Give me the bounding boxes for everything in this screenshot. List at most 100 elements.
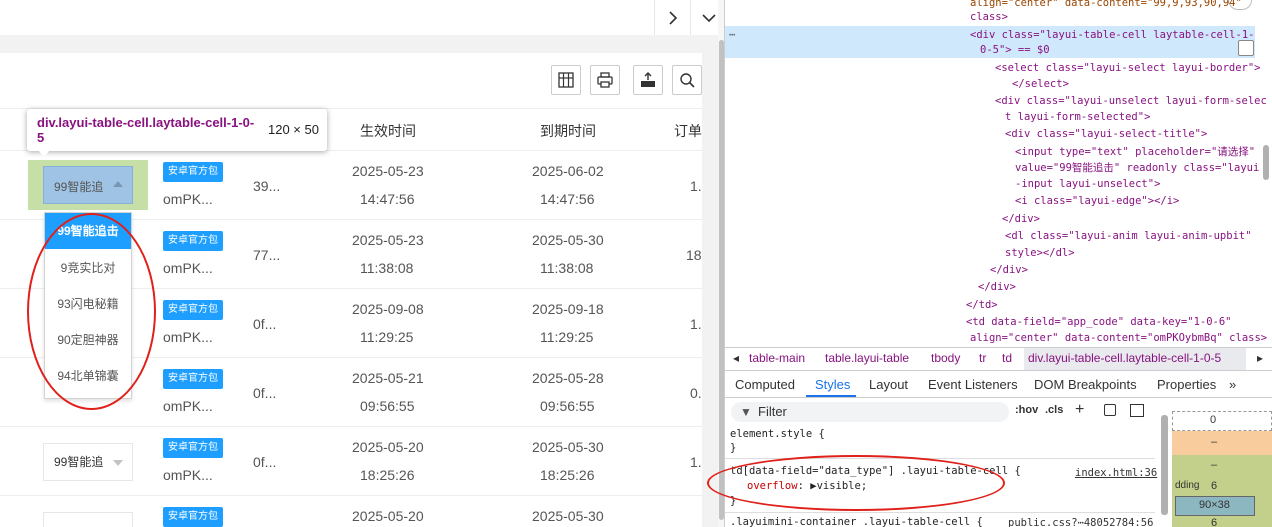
code-line[interactable]: <dl class="layui-anim layui-anim-upbit": [1005, 228, 1252, 244]
rule-selector[interactable]: .layuimini-container .layui-table-cell {: [730, 516, 983, 527]
dom-scrollbar-thumb[interactable]: [1263, 145, 1269, 180]
code-line: <i class="layui-edge"></i>: [1015, 195, 1180, 207]
cell-id: 39...: [253, 178, 281, 194]
code-line[interactable]: <div class="layui-unselect layui-form-se…: [995, 93, 1267, 109]
breadcrumb-item[interactable]: table.layui-table: [825, 351, 909, 365]
order-value: 1.: [690, 316, 702, 332]
open-id: omPK...: [163, 329, 213, 345]
tooltip-selector: div.layui-table-cell.laytable-cell-1-0-5: [37, 115, 255, 145]
filter-placeholder: Filter: [758, 404, 787, 419]
start-date: 2025-05-20: [352, 508, 424, 524]
tab-event-listeners[interactable]: Event Listeners: [928, 377, 1018, 392]
code-line: </div>: [1002, 213, 1040, 225]
start-date: 2025-05-23: [352, 232, 424, 248]
start-date: 2025-05-20: [352, 439, 424, 455]
breadcrumb-item[interactable]: tr: [979, 351, 986, 365]
box-padding-top: [1172, 455, 1272, 477]
caret-up-icon: [113, 181, 123, 187]
hov-button[interactable]: :hov: [1015, 404, 1038, 416]
element-style-rule[interactable]: element.style {: [730, 428, 825, 440]
code-line: class>: [970, 11, 1008, 23]
end-date: 2025-05-30: [532, 508, 604, 524]
type-select[interactable]: [43, 512, 133, 527]
tab-bar: [0, 0, 718, 35]
tab-styles[interactable]: Styles: [815, 377, 850, 392]
code-line: </td>: [966, 299, 998, 311]
screen: 生效时间 到期时间 订单 99智能追 安卓官方包 omPK... 39... 2…: [0, 0, 1272, 527]
end-time: 11:38:08: [540, 260, 594, 276]
cls-button[interactable]: .cls: [1045, 404, 1063, 416]
code-line[interactable]: <select class="layui-select layui-border…: [995, 60, 1261, 76]
padding-value: 6: [1211, 480, 1218, 492]
code-line: value="99智能追击" readonly class="layui: [1015, 162, 1260, 174]
start-time: 09:56:55: [360, 398, 415, 414]
end-time: 14:47:56: [540, 191, 595, 207]
rule-close: }: [730, 442, 737, 454]
breadcrumb-item-active[interactable]: div.layui-table-cell.laytable-cell-1-0-5: [1028, 351, 1221, 365]
add-rule-icon[interactable]: +: [1075, 401, 1084, 419]
code-line: align="center" data-content="omPKOybmBq"…: [970, 332, 1268, 344]
start-date: 2025-05-21: [352, 370, 424, 386]
print-icon[interactable]: [590, 65, 620, 95]
tooltip-size: 120 × 50: [268, 122, 319, 137]
caret-down-icon: [113, 460, 123, 466]
open-id: omPK...: [163, 398, 213, 414]
breadcrumb-item[interactable]: tbody: [931, 351, 960, 365]
open-id: omPK...: [163, 191, 213, 207]
rule-source-link[interactable]: public.css?⋯48052784:56: [1008, 517, 1153, 527]
breadcrumb-item[interactable]: td: [1002, 351, 1012, 365]
order-value: 1.: [690, 454, 702, 470]
code-line[interactable]: <div class="layui-select-title">: [1005, 126, 1207, 142]
sidebar-toggle-icon[interactable]: [1130, 404, 1144, 417]
tooltip-arrow: [38, 150, 50, 157]
padding-bottom-value: 6: [1211, 517, 1218, 527]
end-date: 2025-05-28: [532, 370, 604, 386]
export-icon[interactable]: [633, 65, 663, 95]
cell-id: 0f...: [253, 385, 277, 401]
box-margin: [1172, 411, 1272, 431]
code-line[interactable]: 0-5"> == $0: [980, 42, 1050, 58]
paint-icon[interactable]: [1104, 404, 1116, 416]
annotation-circle: [707, 455, 1005, 511]
annotation-circle: [27, 213, 156, 410]
code-line[interactable]: <div class="layui-table-cell laytable-ce…: [970, 27, 1254, 43]
rule-source-link[interactable]: index.html:36: [1075, 467, 1157, 479]
open-id: omPK...: [163, 260, 213, 276]
tab-dom-breakpoints[interactable]: DOM Breakpoints: [1034, 377, 1137, 392]
tab-computed[interactable]: Computed: [735, 377, 795, 392]
order-value: 1.: [690, 178, 702, 194]
header-order[interactable]: 订单: [674, 121, 702, 141]
code-line: align="center" data-content="99,9,93,90,…: [970, 0, 1242, 9]
border-value: –: [1211, 436, 1218, 448]
header-start-time[interactable]: 生效时间: [360, 121, 416, 141]
rule-divider: [725, 512, 1155, 513]
end-time: 09:56:55: [540, 398, 595, 414]
crumb-right-icon[interactable]: ▸: [1257, 351, 1263, 365]
search-icon[interactable]: [672, 65, 702, 95]
start-date: 2025-09-08: [352, 301, 424, 317]
end-date: 2025-05-30: [532, 439, 604, 455]
type-select[interactable]: 99智能追: [43, 443, 133, 481]
styles-scrollbar-thumb[interactable]: [1161, 415, 1168, 515]
crumb-left-icon[interactable]: ◂: [733, 351, 739, 365]
tab-properties[interactable]: Properties: [1157, 377, 1216, 392]
row-badge: 安卓官方包: [163, 369, 223, 389]
cell-id: 0f...: [253, 316, 277, 332]
columns-icon[interactable]: [551, 65, 581, 95]
end-date: 2025-09-18: [532, 301, 604, 317]
breadcrumb-item[interactable]: table-main: [749, 351, 805, 365]
select-title[interactable]: 99智能追: [43, 166, 133, 204]
ellipsis-icon[interactable]: ⋯: [729, 27, 735, 43]
open-id: omPK...: [163, 467, 213, 483]
end-time: 18:25:26: [540, 467, 595, 483]
end-date: 2025-05-30: [532, 232, 604, 248]
margin-value: 0: [1210, 414, 1217, 426]
more-tabs-icon[interactable]: »: [1229, 377, 1236, 392]
code-line: -input layui-unselect">: [1015, 178, 1161, 190]
tab-layout[interactable]: Layout: [869, 377, 908, 392]
padding-label: dding: [1175, 480, 1200, 491]
header-end-time[interactable]: 到期时间: [540, 121, 596, 141]
chevron-right-icon[interactable]: [654, 0, 690, 35]
code-line[interactable]: <td data-field="app_code" data-key="1-0-…: [966, 314, 1232, 330]
copy-icon[interactable]: [1238, 40, 1254, 56]
